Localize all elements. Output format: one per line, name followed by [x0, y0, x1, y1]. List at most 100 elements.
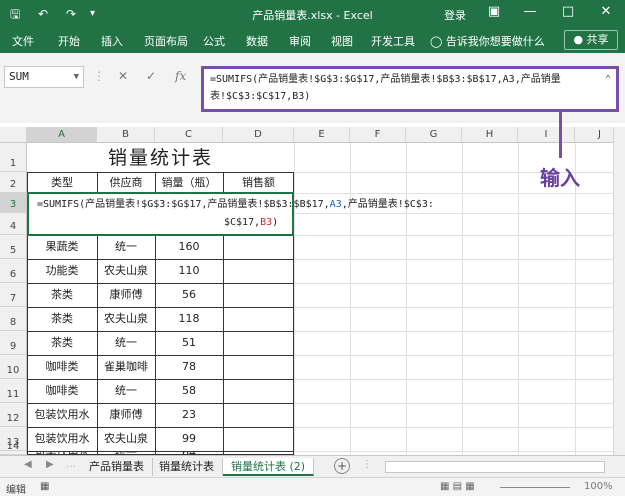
more-sheets-icon[interactable]: … — [66, 459, 76, 470]
row-header-2[interactable]: 2 — [0, 172, 27, 193]
table-cell[interactable]: 茶类 — [27, 283, 97, 307]
column-header-c[interactable]: C — [155, 127, 223, 143]
table-cell[interactable]: 咖啡类 — [27, 355, 97, 379]
tab-review[interactable]: 审阅 — [289, 33, 311, 49]
header-cell[interactable]: 销量（瓶） — [155, 172, 223, 193]
table-cell[interactable]: 功能类 — [27, 259, 97, 283]
edit-text-part: =SUMIFS(产品销量表!$G$3:$G$17, — [37, 199, 208, 210]
table-cell[interactable]: 农夫山泉 — [97, 427, 155, 451]
table-cell[interactable]: 茶类 — [27, 331, 97, 355]
row-header-6[interactable]: 6 — [0, 259, 27, 283]
row-header-9[interactable]: 9 — [0, 331, 27, 355]
table-cell[interactable]: 康师傅 — [97, 283, 155, 307]
tab-page-layout[interactable]: 页面布局 — [144, 33, 188, 49]
table-cell[interactable]: 包装饮用水 — [27, 403, 97, 427]
table-cell[interactable]: 110 — [155, 259, 223, 283]
table-cell[interactable]: 78 — [155, 355, 223, 379]
column-header-f[interactable]: F — [350, 127, 406, 143]
column-header-a[interactable]: A — [27, 127, 97, 143]
sheet-tab-sales-stats-2[interactable]: 销量统计表 (2) — [223, 458, 315, 476]
tab-formulas[interactable]: 公式 — [203, 33, 225, 49]
table-cell[interactable]: 茶类 — [27, 307, 97, 331]
tab-developer[interactable]: 开发工具 — [371, 33, 415, 49]
header-cell[interactable]: 供应商 — [97, 172, 155, 193]
row-header-4[interactable]: 4 — [0, 213, 27, 235]
tab-home[interactable]: 开始 — [58, 33, 80, 49]
horizontal-scrollbar[interactable] — [385, 461, 605, 473]
share-button[interactable]: ● 共享 — [564, 30, 618, 50]
row-header-1[interactable]: 1 — [0, 143, 27, 172]
cell-editor-a3[interactable]: =SUMIFS(产品销量表!$G$3:$G$17,产品销量表!$B$3:$B$1… — [27, 192, 434, 236]
table-cell[interactable]: 统一 — [97, 379, 155, 403]
table-cell[interactable]: 99 — [155, 427, 223, 451]
gridline-vertical — [350, 143, 351, 455]
view-buttons-icon[interactable]: ▦ ▤ ▦ — [440, 481, 475, 492]
tab-view[interactable]: 视图 — [331, 33, 353, 49]
column-header-g[interactable]: G — [406, 127, 462, 143]
zoom-level[interactable]: 100% — [584, 481, 613, 492]
table-cell[interactable]: 康师傅 — [97, 403, 155, 427]
column-header-b[interactable]: B — [97, 127, 155, 143]
cell-border — [27, 427, 294, 428]
column-header-d[interactable]: D — [223, 127, 294, 143]
cancel-icon[interactable]: ✕ — [118, 69, 128, 83]
table-cell[interactable]: 农夫山泉 — [97, 259, 155, 283]
add-sheet-icon[interactable]: + — [334, 458, 350, 474]
table-cell[interactable]: 23 — [155, 403, 223, 427]
tab-data[interactable]: 数据 — [246, 33, 268, 49]
sheet-tab-product-sales[interactable]: 产品销量表 — [81, 458, 153, 476]
next-sheet-icon[interactable]: ▶ — [46, 459, 54, 470]
sheet-title[interactable]: 销量统计表 — [27, 143, 294, 172]
chevron-down-icon[interactable]: ▼ — [74, 67, 79, 87]
formula-input[interactable]: =SUMIFS(产品销量表!$G$3:$G$17,产品销量表!$B$3:$B$1… — [201, 66, 619, 112]
tell-me-box[interactable]: ◯ 告诉我你想要做什么 — [430, 33, 545, 49]
name-box[interactable]: SUM ▼ — [4, 66, 84, 88]
vertical-scrollbar[interactable] — [613, 127, 625, 455]
close-icon[interactable]: ✕ — [596, 4, 616, 19]
zoom-slider[interactable] — [500, 487, 570, 488]
table-cell[interactable]: 咖啡类 — [27, 379, 97, 403]
tab-insert[interactable]: 插入 — [101, 33, 123, 49]
macro-record-icon[interactable]: ▦ — [40, 481, 49, 492]
login-link[interactable]: 登录 — [444, 7, 466, 23]
table-cell[interactable]: 雀巢咖啡 — [97, 355, 155, 379]
ribbon-display-icon[interactable]: ▣ — [484, 4, 504, 19]
minimize-icon[interactable]: — — [520, 4, 540, 19]
select-all-corner[interactable] — [0, 127, 27, 143]
row-header-11[interactable]: 11 — [0, 379, 27, 403]
table-cell[interactable]: 160 — [155, 235, 223, 259]
gridline-vertical — [294, 143, 295, 455]
column-header-h[interactable]: H — [462, 127, 518, 143]
enter-icon[interactable]: ✓ — [146, 69, 156, 83]
worksheet-grid[interactable]: ABCDEFGHIJ 1234567891011121314 销量统计表 类型供… — [0, 127, 625, 455]
collapse-formula-bar-icon[interactable]: ⌃ — [605, 71, 611, 88]
header-cell[interactable]: 销售额 — [223, 172, 294, 193]
table-cell[interactable]: 51 — [155, 331, 223, 355]
formula-bar: SUM ▼ ⋮ ✕ ✓ fx =SUMIFS(产品销量表!$G$3:$G$17,… — [0, 53, 625, 123]
row-header-3[interactable]: 3 — [0, 193, 27, 213]
row-header-8[interactable]: 8 — [0, 307, 27, 331]
table-cell[interactable]: 统一 — [97, 331, 155, 355]
gridline-vertical — [406, 143, 407, 455]
row-header-12[interactable]: 12 — [0, 403, 27, 427]
table-cell[interactable]: 果蔬类 — [27, 235, 97, 259]
insert-function-icon[interactable]: fx — [175, 69, 186, 83]
cell-border — [27, 307, 294, 308]
row-header-10[interactable]: 10 — [0, 355, 27, 379]
header-cell[interactable]: 类型 — [27, 172, 97, 193]
status-bar: 编辑 ▦ ▦ ▤ ▦ 100% — [0, 477, 625, 496]
table-cell[interactable]: 统一 — [97, 235, 155, 259]
row-header-5[interactable]: 5 — [0, 235, 27, 259]
table-cell[interactable]: 包装饮用水 — [27, 427, 97, 451]
table-cell[interactable]: 58 — [155, 379, 223, 403]
row-header-7[interactable]: 7 — [0, 283, 27, 307]
table-cell[interactable]: 118 — [155, 307, 223, 331]
column-header-e[interactable]: E — [294, 127, 350, 143]
table-cell[interactable]: 56 — [155, 283, 223, 307]
column-header-i[interactable]: I — [518, 127, 575, 143]
maximize-icon[interactable]: □ — [558, 4, 578, 19]
tab-file[interactable]: 文件 — [12, 33, 34, 49]
table-cell[interactable]: 农夫山泉 — [97, 307, 155, 331]
sheet-tab-sales-stats[interactable]: 销量统计表 — [151, 458, 223, 476]
prev-sheet-icon[interactable]: ◀ — [24, 459, 32, 470]
